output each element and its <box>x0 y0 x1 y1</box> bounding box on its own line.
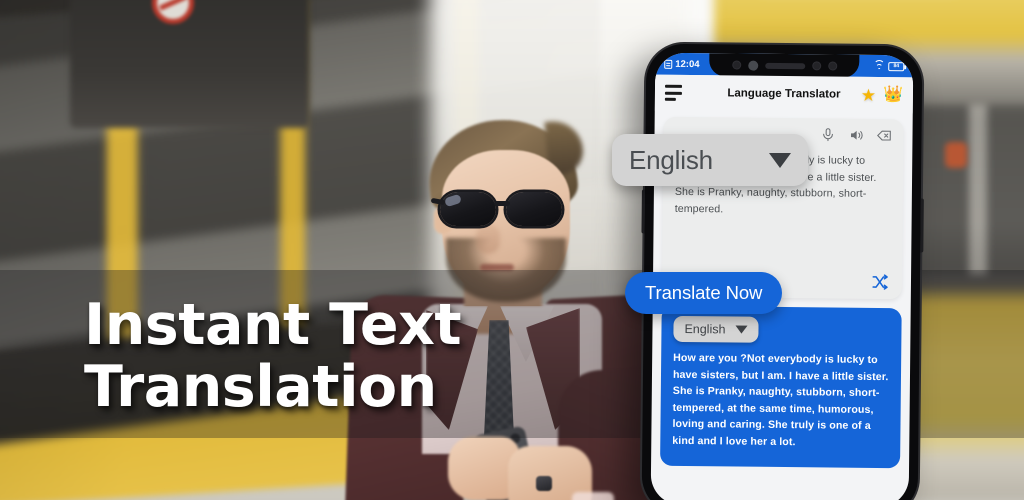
document-icon <box>664 59 673 69</box>
phone-notch <box>709 53 860 78</box>
battery-icon: 84 <box>888 61 905 71</box>
sunglasses-icon <box>430 192 578 228</box>
nose <box>476 224 500 254</box>
phone-volume-button[interactable] <box>641 189 645 234</box>
backspace-clear-icon[interactable] <box>876 128 891 143</box>
shirt-cuff <box>572 492 614 500</box>
shuffle-swap-icon[interactable] <box>871 274 890 290</box>
status-bar-left: 12:04 <box>664 58 700 70</box>
speaker-icon[interactable] <box>848 128 863 143</box>
ambient-light-sensor-icon <box>811 61 821 71</box>
wifi-icon <box>873 59 885 71</box>
source-language-dropdown[interactable]: English <box>612 134 808 186</box>
source-action-icons <box>820 127 891 143</box>
target-language-dropdown[interactable]: English <box>673 315 759 343</box>
sunglasses-bridge <box>494 201 510 206</box>
page-title: Instant Text Translation <box>84 292 462 420</box>
earpiece-speaker <box>764 62 805 69</box>
promo-banner: Instant Text Translation 12:04 84 Langua… <box>0 0 1024 500</box>
status-clock: 12:04 <box>675 58 700 70</box>
translate-now-button[interactable]: Translate Now <box>625 272 783 314</box>
target-language-label: English <box>684 321 726 337</box>
source-language-label: English <box>629 144 713 175</box>
status-bar-right: 84 <box>873 59 905 71</box>
status-bar: 12:04 84 <box>655 52 914 78</box>
star-icon[interactable]: ★ <box>861 85 876 104</box>
sunglasses-lens-right <box>506 192 562 226</box>
chevron-down-icon <box>735 325 748 334</box>
app-bar: Language Translator ★ 👑 <box>654 74 914 114</box>
secondary-camera-icon <box>827 61 837 71</box>
tram-right-knob <box>945 142 967 168</box>
app-bar-actions: ★ 👑 <box>861 85 903 104</box>
sunglasses-lens-left <box>440 192 496 226</box>
phone-power-button[interactable] <box>920 198 924 253</box>
tram-door-box <box>70 0 310 128</box>
proximity-sensor-icon <box>731 60 741 70</box>
translated-text: How are you ?Not everybody is lucky to h… <box>672 351 889 448</box>
hamburger-menu-icon[interactable] <box>664 84 683 101</box>
crown-icon[interactable]: 👑 <box>883 86 903 103</box>
microphone-icon[interactable] <box>820 127 835 142</box>
translated-text-card[interactable]: English How are you ?Not everybody is lu… <box>660 305 902 469</box>
chevron-down-icon <box>769 152 791 168</box>
finger-ring <box>536 476 552 491</box>
front-camera-icon <box>747 60 758 71</box>
